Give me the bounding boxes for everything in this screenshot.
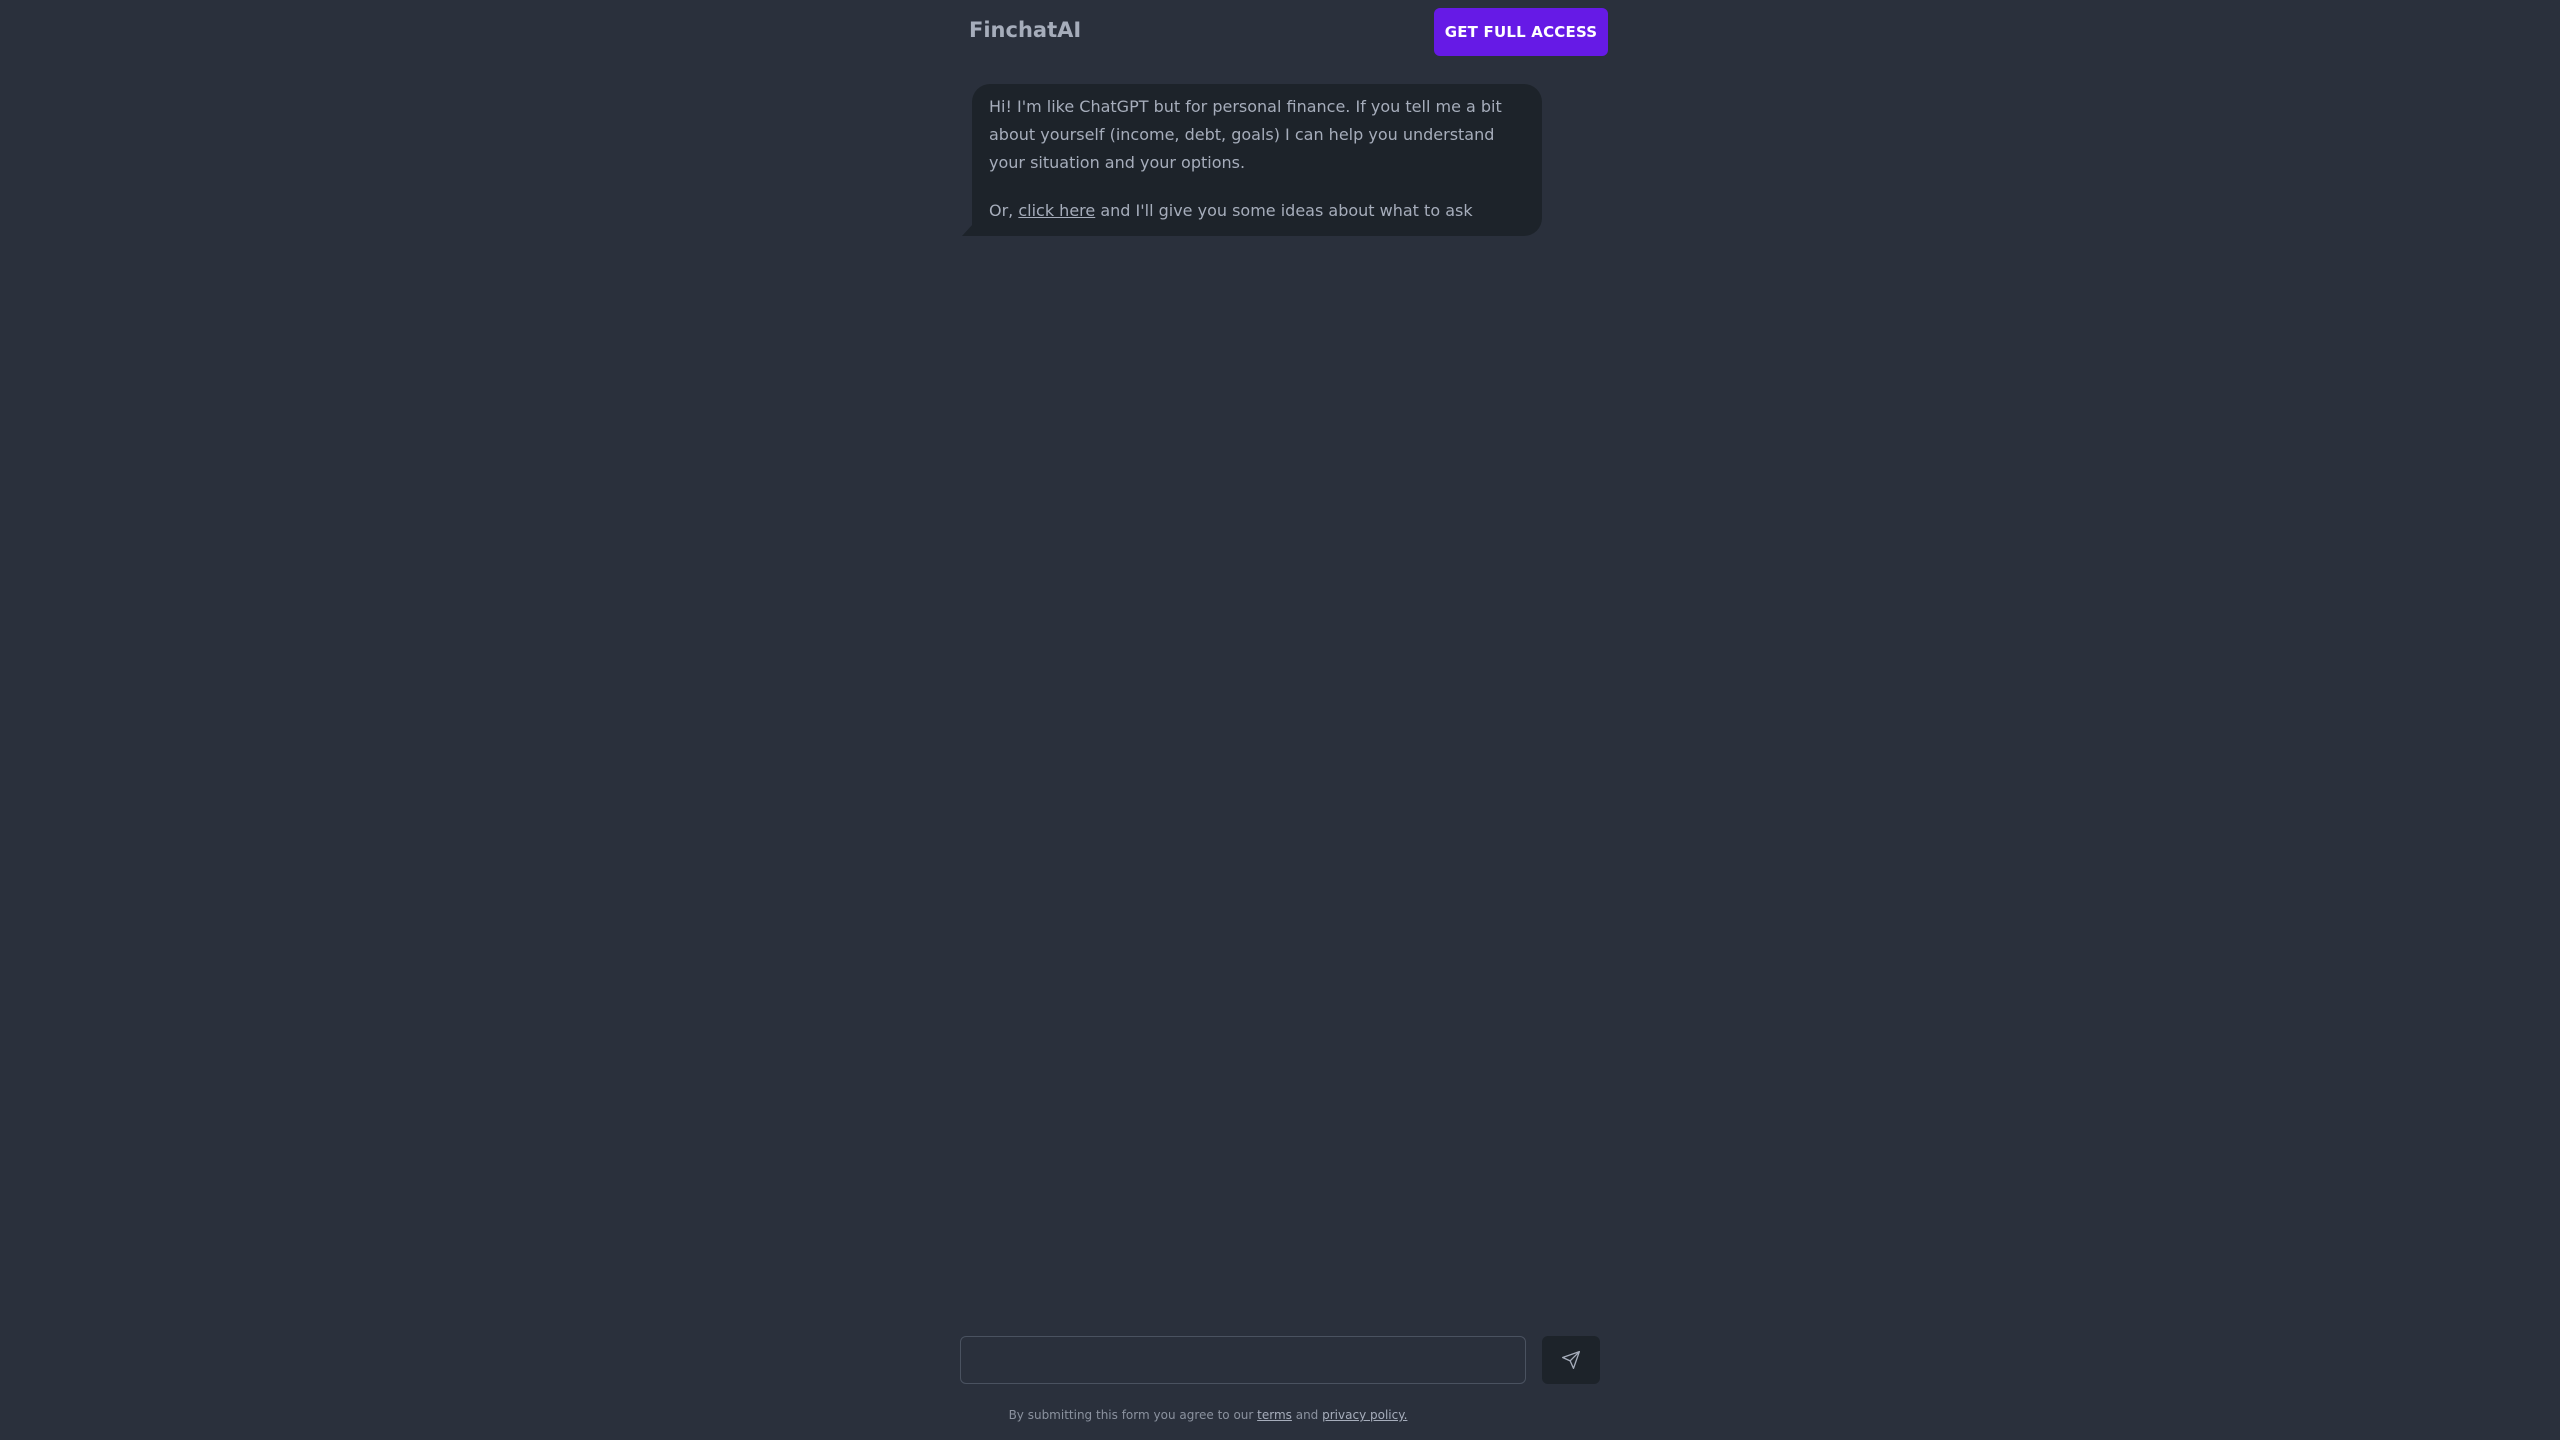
send-button[interactable] (1542, 1336, 1600, 1384)
message-intro: Hi! I'm like ChatGPT but for personal fi… (989, 97, 1502, 172)
get-full-access-button[interactable]: GET FULL ACCESS (1434, 8, 1608, 56)
message-ideas-line: Or, click here and I'll give you some id… (989, 197, 1525, 225)
assistant-message: Hi! I'm like ChatGPT but for personal fi… (962, 84, 1542, 236)
app-root: FinchatAI GET FULL ACCESS Hi! I'm like C… (0, 0, 2560, 1440)
terms-link[interactable]: terms (1257, 1408, 1292, 1422)
brand-logo[interactable]: FinchatAI (969, 20, 1081, 41)
send-paper-plane-icon (1562, 1351, 1580, 1369)
message-composer (960, 1336, 1600, 1384)
legal-and: and (1291, 1408, 1323, 1422)
privacy-policy-link[interactable]: privacy policy. (1322, 1408, 1407, 1422)
ideas-prefix: Or, (989, 201, 1019, 220)
message-bubble: Hi! I'm like ChatGPT but for personal fi… (972, 84, 1542, 236)
click-here-link[interactable]: click here (1018, 201, 1095, 220)
top-bar: FinchatAI GET FULL ACCESS (968, 8, 1608, 56)
legal-notice: By submitting this form you agree to our… (960, 1407, 1456, 1423)
message-input[interactable] (960, 1336, 1526, 1384)
ideas-suffix: and I'll give you some ideas about what … (1095, 201, 1473, 220)
legal-prefix: By submitting this form you agree to our (1008, 1408, 1258, 1422)
